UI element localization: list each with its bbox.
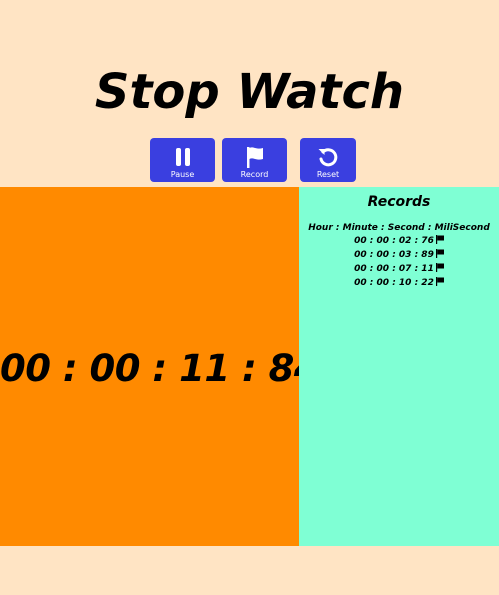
reset-button-label: Reset [316,169,340,179]
control-bar: Pause Record Reset [150,138,356,182]
record-item: 00 : 00 : 03 : 89 [299,248,499,262]
records-list: 00 : 00 : 02 : 76 00 : 00 : 03 : 89 00 :… [299,234,499,290]
record-time: 00 : 00 : 02 : 76 [354,236,434,246]
records-header: Hour : Minute : Second : MiliSecond [308,223,490,233]
pause-icon [175,147,190,166]
pause-button[interactable]: Pause [150,138,215,182]
record-item: 00 : 00 : 07 : 11 [299,262,499,276]
records-title: Records [367,194,431,210]
stopwatch-page: Stop Watch Pause Record Reset 00 : 00 : … [0,0,499,595]
records-panel: Records Hour : Minute : Second : MiliSec… [299,187,499,546]
record-item: 00 : 00 : 10 : 22 [299,276,499,290]
flag-icon [246,146,263,168]
reset-icon [318,147,338,166]
page-title: Stop Watch [94,64,405,120]
flag-icon [435,263,444,272]
record-item: 00 : 00 : 02 : 76 [299,234,499,248]
record-button-label: Record [240,169,269,179]
pause-button-label: Pause [170,169,195,179]
reset-button[interactable]: Reset [300,138,356,182]
record-button[interactable]: Record [222,138,287,182]
flag-icon [435,249,444,258]
timer-display: 00 : 00 : 11 : 84 [0,347,320,390]
record-time: 00 : 00 : 10 : 22 [354,278,434,288]
timer-panel: 00 : 00 : 11 : 84 [0,187,320,546]
flag-icon [435,235,444,244]
record-time: 00 : 00 : 07 : 11 [354,264,434,274]
flag-icon [435,277,444,286]
record-time: 00 : 00 : 03 : 89 [354,250,434,260]
